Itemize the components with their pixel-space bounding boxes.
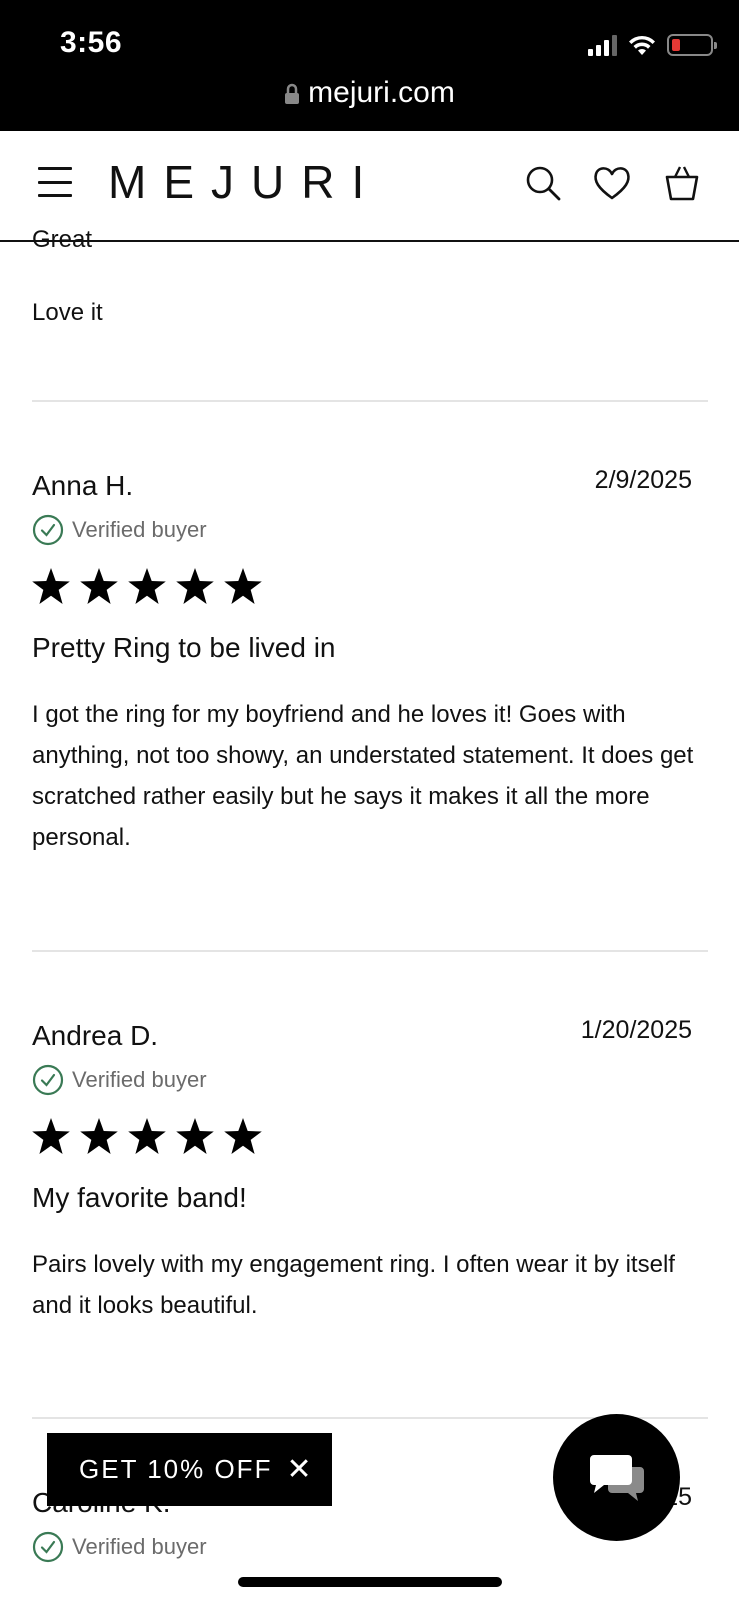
review-divider xyxy=(32,400,708,402)
status-bar: 3:56 mejuri.com xyxy=(0,0,739,131)
star-icon xyxy=(32,568,70,604)
review-date: 1/20/2025 xyxy=(580,1016,692,1044)
verified-badge: Verified buyer xyxy=(32,514,708,546)
check-circle-icon xyxy=(32,1064,64,1096)
star-rating xyxy=(32,568,708,604)
site-header: MEJURI xyxy=(0,131,739,242)
star-icon xyxy=(80,568,118,604)
url-text: mejuri.com xyxy=(308,76,455,109)
url-bar[interactable]: mejuri.com xyxy=(0,76,739,110)
heart-icon[interactable] xyxy=(592,163,632,203)
star-icon xyxy=(80,1118,118,1154)
review-title: My favorite band! xyxy=(32,1182,247,1213)
star-rating xyxy=(32,1118,708,1154)
star-icon xyxy=(176,1118,214,1154)
wifi-icon xyxy=(629,35,655,55)
verified-label: Verified buyer xyxy=(72,517,207,542)
review-title: Great xyxy=(32,226,93,253)
review-divider xyxy=(32,950,708,952)
review-date: 2/9/2025 xyxy=(594,466,692,494)
close-icon[interactable]: ✕ xyxy=(286,1454,313,1485)
promo-label: GET 10% OFF xyxy=(79,1454,273,1484)
verified-badge: Verified buyer xyxy=(32,1064,708,1096)
star-icon xyxy=(224,1118,262,1154)
review-item: Andrea D. 1/20/2025 Verified buyer My fa… xyxy=(32,1016,708,1326)
review-title: Pretty Ring to be lived in xyxy=(32,632,336,663)
star-icon xyxy=(128,1118,166,1154)
battery-icon xyxy=(667,34,717,56)
search-icon[interactable] xyxy=(523,163,563,203)
check-circle-icon xyxy=(32,1531,64,1563)
review-body: Pairs lovely with my engagement ring. I … xyxy=(32,1251,675,1319)
review-body: I got the ring for my boyfriend and he l… xyxy=(32,701,694,851)
star-icon xyxy=(176,568,214,604)
star-icon xyxy=(32,1118,70,1154)
status-time: 3:56 xyxy=(60,26,123,59)
verified-label: Verified buyer xyxy=(72,1534,207,1559)
verified-label: Verified buyer xyxy=(72,1067,207,1092)
discount-promo-button[interactable]: GET 10% OFF ✕ xyxy=(47,1433,332,1506)
signal-icon xyxy=(588,34,617,56)
star-icon xyxy=(128,568,166,604)
status-icons xyxy=(588,30,717,60)
lock-icon xyxy=(285,83,300,105)
star-icon xyxy=(224,568,262,604)
bag-icon[interactable] xyxy=(662,163,702,203)
chat-button[interactable] xyxy=(553,1414,680,1541)
mejuri-logo[interactable]: MEJURI xyxy=(108,155,381,209)
menu-icon[interactable] xyxy=(38,167,72,197)
chat-bubble-icon xyxy=(589,1454,644,1501)
review-body: Love it xyxy=(32,299,103,326)
check-circle-icon xyxy=(32,514,64,546)
home-indicator xyxy=(238,1577,502,1587)
review-item: Anna H. 2/9/2025 Verified buyer Pretty R… xyxy=(32,466,708,858)
